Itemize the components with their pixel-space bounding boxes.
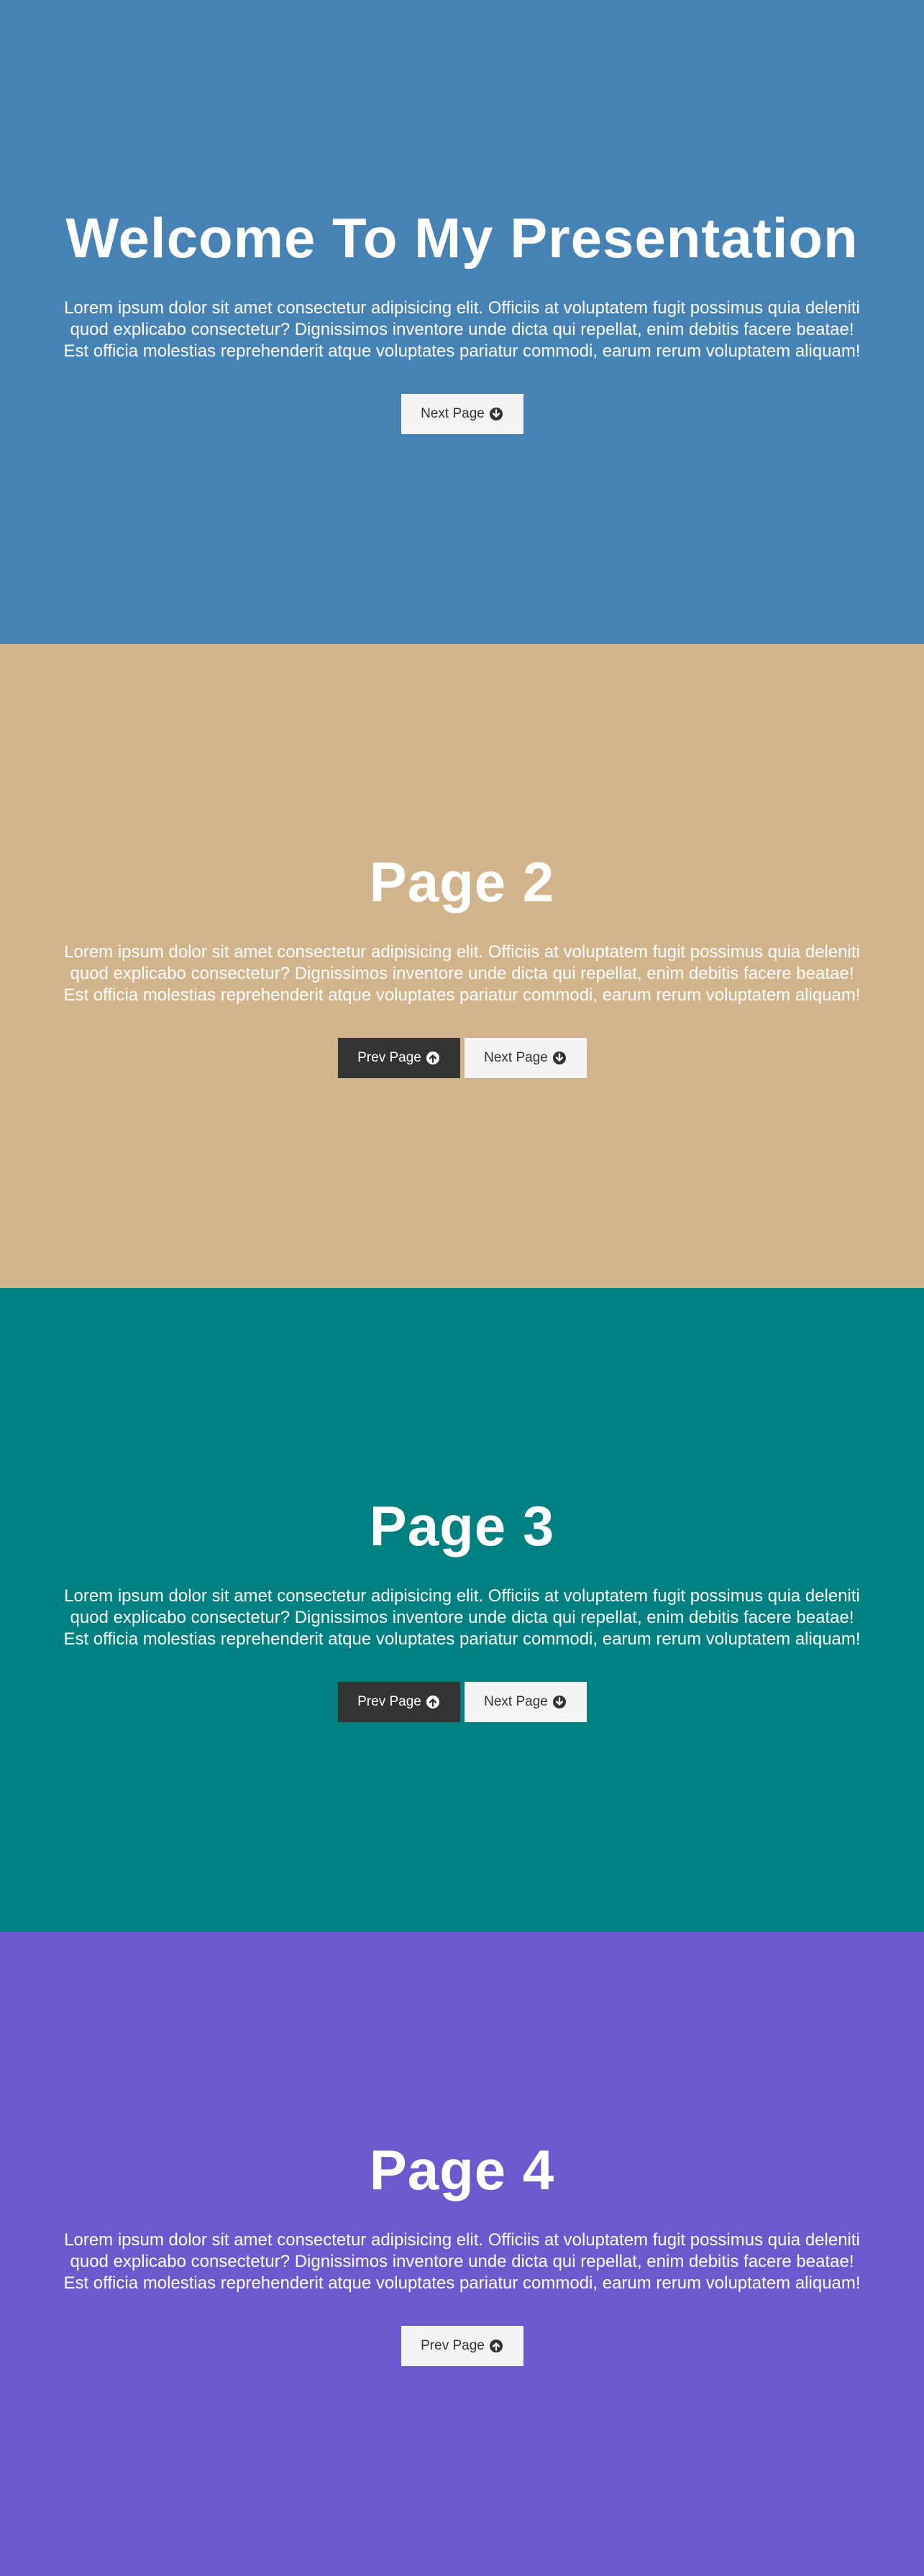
next-page-button[interactable]: Next Page [464, 1682, 587, 1722]
prev-page-label: Prev Page [357, 1050, 421, 1065]
section-page-3: Page 3 Lorem ipsum dolor sit amet consec… [0, 1288, 924, 1932]
button-row: Prev Page [401, 2326, 523, 2366]
button-row: Prev Page Next Page [337, 1038, 587, 1078]
next-page-label: Next Page [421, 406, 485, 421]
button-row: Prev Page Next Page [337, 1682, 587, 1722]
page-title: Page 4 [369, 2138, 555, 2202]
next-page-label: Next Page [484, 1694, 548, 1709]
section-text: Lorem ipsum dolor sit amet consectetur a… [63, 2230, 861, 2293]
section-text: Lorem ipsum dolor sit amet consectetur a… [63, 942, 861, 1005]
next-page-button[interactable]: Next Page [464, 1038, 587, 1078]
arrow-circle-up-icon [426, 1695, 440, 1709]
section-page-4: Page 4 Lorem ipsum dolor sit amet consec… [0, 1932, 924, 2576]
arrow-circle-up-icon [489, 2339, 503, 2353]
prev-page-button[interactable]: Prev Page [401, 2326, 523, 2366]
arrow-circle-down-icon [552, 1051, 567, 1065]
prev-page-label: Prev Page [357, 1694, 421, 1709]
section-text: Lorem ipsum dolor sit amet consectetur a… [63, 298, 861, 361]
section-welcome: Welcome To My Presentation Lorem ipsum d… [0, 0, 924, 644]
prev-page-button[interactable]: Prev Page [337, 1038, 460, 1078]
arrow-circle-up-icon [426, 1051, 440, 1065]
section-text: Lorem ipsum dolor sit amet consectetur a… [63, 1586, 861, 1649]
section-page-2: Page 2 Lorem ipsum dolor sit amet consec… [0, 644, 924, 1288]
page-title: Page 3 [369, 1494, 555, 1558]
prev-page-button[interactable]: Prev Page [337, 1682, 460, 1722]
next-page-label: Next Page [484, 1050, 548, 1065]
button-row: Next Page [401, 394, 523, 434]
arrow-circle-down-icon [489, 407, 503, 421]
page-title: Welcome To My Presentation [65, 206, 859, 270]
arrow-circle-down-icon [552, 1695, 567, 1709]
page-title: Page 2 [369, 850, 555, 914]
prev-page-label: Prev Page [421, 2338, 485, 2353]
next-page-button[interactable]: Next Page [401, 394, 523, 434]
